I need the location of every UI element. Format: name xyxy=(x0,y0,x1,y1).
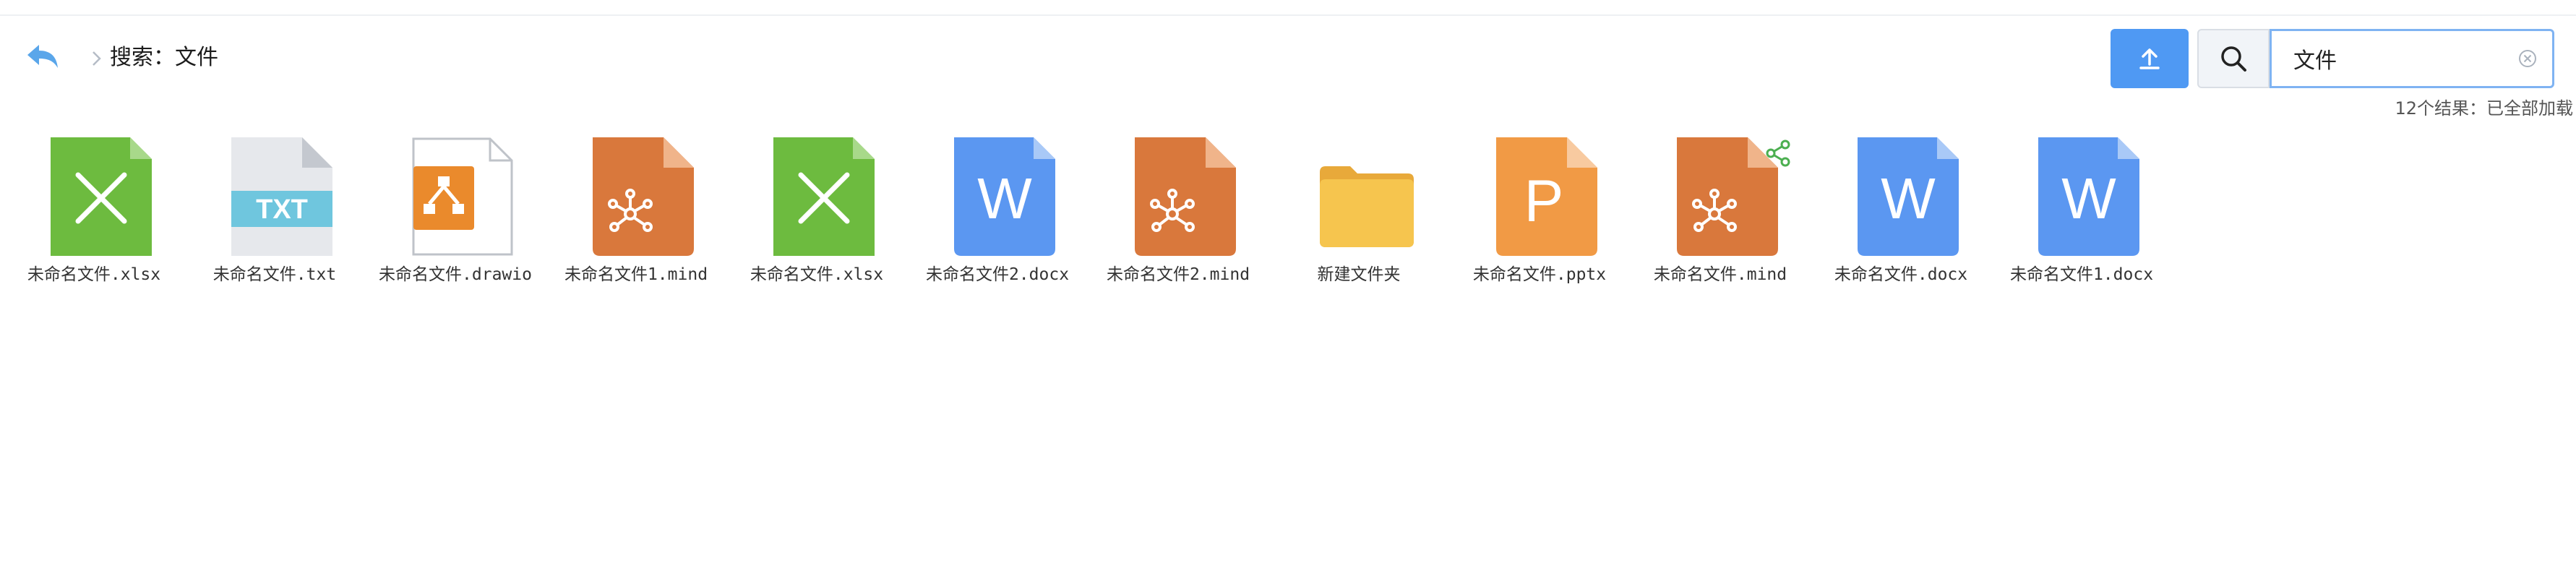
file-item-pptx[interactable]: P 未命名文件.pptx xyxy=(1454,123,1625,296)
undo-arrow-icon xyxy=(27,45,58,68)
word-file-icon: W xyxy=(954,137,1055,256)
result-count: 12个结果：已全部加载 xyxy=(2395,98,2573,119)
file-item-docx[interactable]: W 未命名文件1.docx xyxy=(1996,123,2167,296)
excel-file-icon xyxy=(51,137,152,256)
file-item-mind[interactable]: 未命名文件2.mind xyxy=(1093,123,1263,296)
file-name: 未命名文件.xlsx xyxy=(750,265,884,284)
file-item-xlsx[interactable]: 未命名文件.xlsx xyxy=(9,123,179,296)
drawio-file-icon xyxy=(412,137,513,256)
word-letter: W xyxy=(977,166,1032,231)
back-button[interactable] xyxy=(25,39,62,74)
mindmap-file-icon xyxy=(593,137,694,256)
file-name: 未命名文件2.docx xyxy=(925,265,1070,284)
file-item-txt[interactable]: TXT 未命名文件.txt xyxy=(189,123,360,296)
txt-label: TXT xyxy=(256,194,308,225)
file-item-mind[interactable]: 未命名文件1.mind xyxy=(551,123,721,296)
file-item-docx[interactable]: W 未命名文件.docx xyxy=(1816,123,1986,296)
excel-file-icon xyxy=(773,137,875,256)
clear-search-button[interactable] xyxy=(2517,48,2538,69)
word-letter: W xyxy=(2061,166,2116,231)
file-item-drawio[interactable]: 未命名文件.drawio xyxy=(370,123,541,296)
search-icon xyxy=(2221,46,2246,72)
word-file-icon: W xyxy=(1858,137,1959,256)
file-item-mind-shared[interactable]: 未命名文件.mind xyxy=(1635,123,1806,296)
file-name: 未命名文件1.mind xyxy=(564,265,708,284)
file-name: 未命名文件.docx xyxy=(1834,265,1968,284)
file-name: 新建文件夹 xyxy=(1317,265,1401,284)
search-field[interactable] xyxy=(2270,29,2554,88)
chevron-right-icon xyxy=(90,46,104,71)
file-name: 未命名文件.xlsx xyxy=(27,265,161,284)
file-name: 未命名文件.drawio xyxy=(379,265,532,284)
txt-file-icon: TXT xyxy=(231,137,332,256)
file-item-docx[interactable]: W 未命名文件2.docx xyxy=(912,123,1083,296)
clear-circle-icon xyxy=(2519,50,2536,67)
file-name: 未命名文件.txt xyxy=(212,265,337,284)
file-grid: 未命名文件.xlsx TXT 未命名文件.txt 未命名文件.drawio 未命… xyxy=(0,123,2576,311)
upload-button[interactable] xyxy=(2111,29,2189,88)
word-file-icon: W xyxy=(2038,137,2139,256)
search-button[interactable] xyxy=(2197,29,2270,88)
word-letter: W xyxy=(1881,166,1936,231)
file-name: 未命名文件1.docx xyxy=(2009,265,2154,284)
share-icon xyxy=(1766,139,1790,167)
file-item-folder[interactable]: 新建文件夹 xyxy=(1274,123,1444,296)
file-name: 未命名文件.mind xyxy=(1653,265,1787,284)
powerpoint-file-icon: P xyxy=(1496,137,1597,256)
upload-icon xyxy=(2139,48,2160,69)
file-item-xlsx[interactable]: 未命名文件.xlsx xyxy=(731,123,902,296)
search-input[interactable] xyxy=(2293,31,2510,86)
ppt-letter: P xyxy=(1524,168,1564,234)
file-name: 未命名文件.pptx xyxy=(1472,265,1607,284)
folder-icon xyxy=(1320,166,1414,247)
top-divider xyxy=(0,14,2576,16)
mindmap-file-icon xyxy=(1135,137,1236,256)
file-name: 未命名文件2.mind xyxy=(1106,265,1250,284)
page-title: 搜索：文件 xyxy=(110,45,218,70)
